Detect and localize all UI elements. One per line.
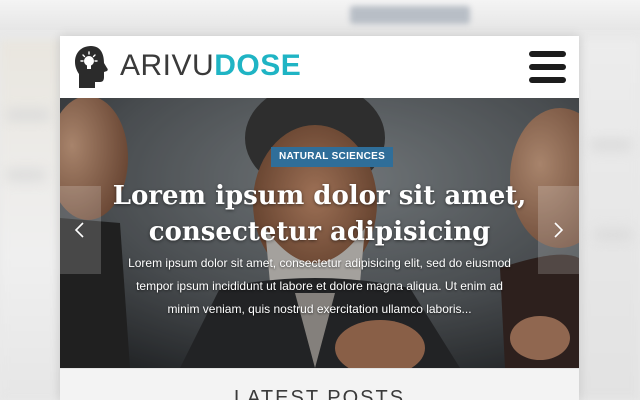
mobile-site-frame: ARIVUDOSE NATURAL SCIENCES Lorem ipsum d… [60,36,579,400]
hero-excerpt: Lorem ipsum dolor sit amet, consectetur … [60,252,579,321]
chevron-right-icon [554,222,564,238]
background-text-line [6,170,46,180]
hero-slider: NATURAL SCIENCES Lorem ipsum dolor sit a… [60,98,579,368]
background-left-panel [0,40,60,400]
latest-posts-section: LATEST POSTS [60,368,579,400]
logo-text-part2: DOSE [214,49,302,82]
hero-title-line: consectetur adipisicing [148,217,491,247]
latest-posts-heading: LATEST POSTS [233,387,406,400]
background-button [350,6,470,24]
chevron-left-icon [74,222,84,238]
hero-title[interactable]: Lorem ipsum dolor sit amet, consectetur … [60,178,579,250]
slider-next-button[interactable] [538,186,579,274]
background-text-line [6,110,50,120]
hero-excerpt-line: Lorem ipsum dolor sit amet, consectetur … [128,256,511,270]
background-right-panel [580,40,640,400]
background-text-line [594,230,632,240]
hamburger-menu-icon[interactable] [529,51,566,83]
background-text-line [590,140,632,150]
site-logo-text[interactable]: ARIVUDOSE [120,49,301,83]
hero-excerpt-line: minim veniam, quis nostrud exercitation … [167,302,472,316]
site-header: ARIVUDOSE [60,36,579,98]
head-lightbulb-logo-icon[interactable] [73,44,109,90]
background-toolbar [0,0,640,30]
category-badge[interactable]: NATURAL SCIENCES [271,147,394,167]
hero-excerpt-line: tempor ipsum incididunt ut labore et dol… [136,279,503,293]
hero-title-line: Lorem ipsum dolor sit amet, [112,181,527,211]
slider-prev-button[interactable] [60,186,101,274]
logo-text-part1: ARIVU [120,49,215,82]
